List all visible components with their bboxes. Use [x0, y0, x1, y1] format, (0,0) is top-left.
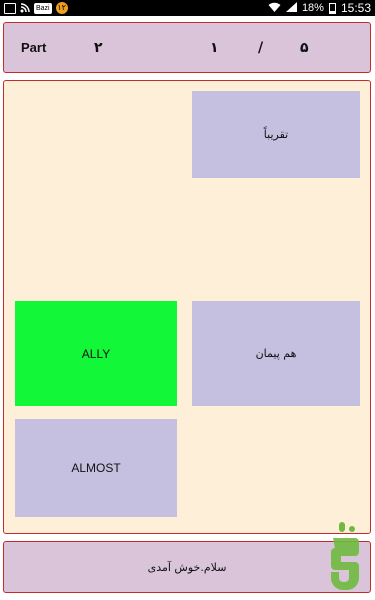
footer-panel: سلام.خوش آمدی [3, 541, 371, 593]
word-card-ally-fa[interactable]: هم پیمان [192, 301, 360, 406]
welcome-message: سلام.خوش آمدی [147, 560, 227, 574]
status-bar-right: 18% 15:53 [268, 0, 371, 16]
part-number: ۲ [94, 40, 103, 56]
clock: 15:53 [340, 1, 371, 15]
word-card-almost-fa[interactable]: تقریباً [192, 91, 360, 178]
battery-icon [328, 2, 336, 14]
part-label: Part [21, 40, 47, 55]
wifi-icon [268, 2, 281, 15]
app-badge-icon: Bazi [34, 2, 52, 14]
card-label: ALLY [81, 346, 111, 361]
notification-badge-icon: ۱۲ [55, 2, 68, 14]
progress-total: ۵ [300, 40, 309, 56]
header-panel: Part ۲ ۱ / ۵ [3, 22, 371, 73]
progress-separator: / [258, 40, 264, 56]
card-label: ALMOST [71, 461, 121, 475]
game-board: تقریباً ALLY هم پیمان ALMOST [3, 80, 371, 534]
rss-icon [20, 2, 30, 14]
card-label: تقریباً [263, 128, 289, 141]
bazaar-logo-icon [325, 520, 365, 592]
signal-icon [285, 1, 297, 15]
card-label: هم پیمان [255, 347, 297, 360]
image-icon [4, 2, 16, 14]
progress-current: ۱ [210, 40, 219, 56]
word-card-ally-selected[interactable]: ALLY [15, 301, 177, 406]
word-card-almost[interactable]: ALMOST [15, 419, 177, 517]
status-bar: Bazi ۱۲ 18% 15:53 [0, 0, 375, 16]
battery-percent: 18% [301, 2, 324, 14]
status-bar-left: Bazi ۱۲ [4, 2, 68, 14]
